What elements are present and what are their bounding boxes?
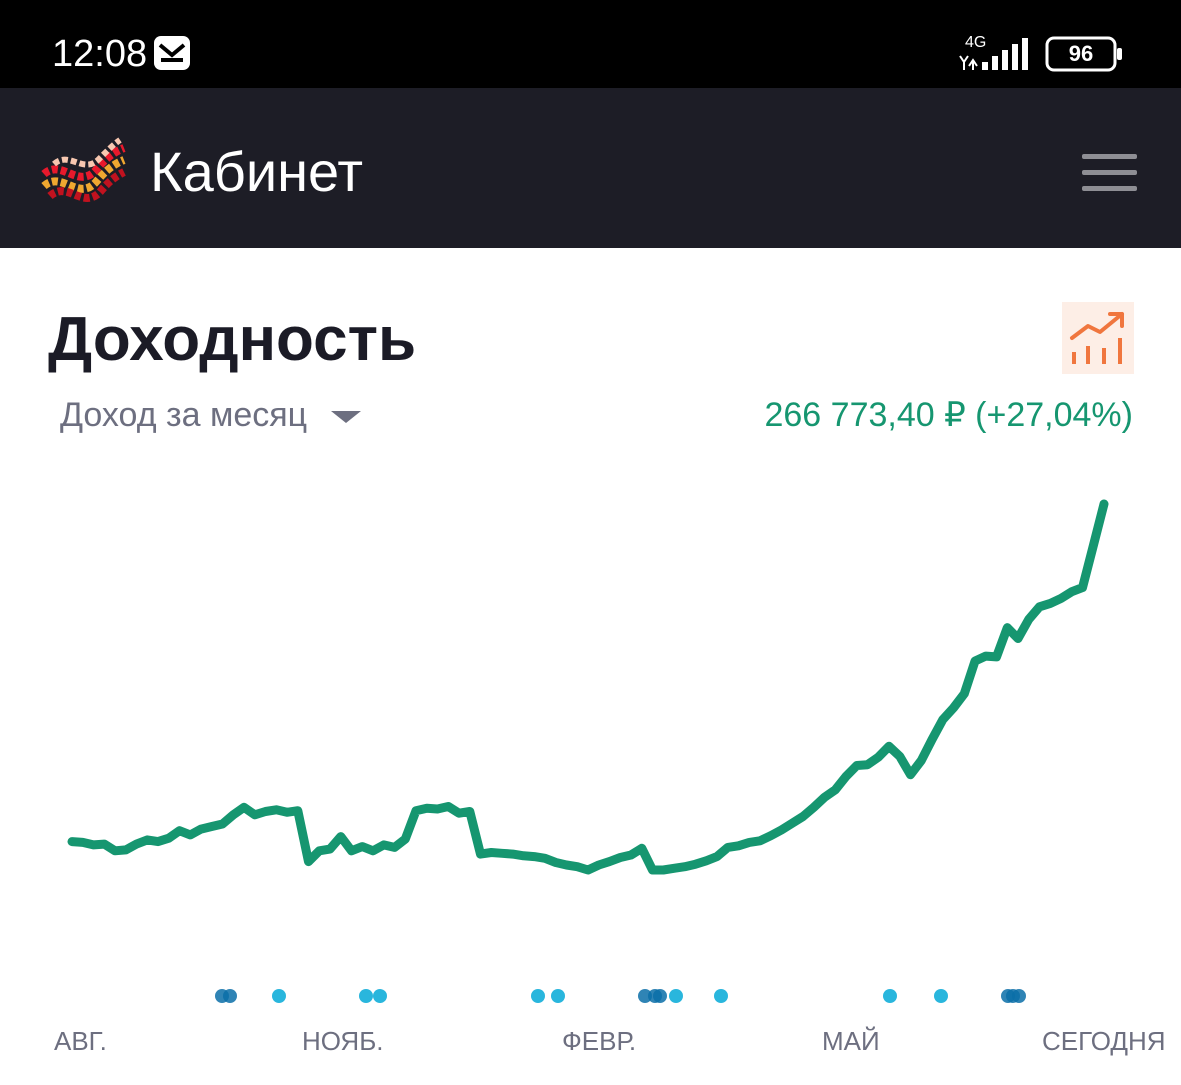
period-select-value: Доход за месяц	[60, 396, 308, 434]
battery-level: 96	[1068, 41, 1094, 66]
event-marker	[373, 989, 387, 1003]
event-marker	[551, 989, 565, 1003]
event-marker	[714, 989, 728, 1003]
income-value: 266 773,40 ₽ (+27,04%)	[764, 396, 1133, 434]
x-tick-label: АВГ.	[54, 1026, 107, 1056]
event-marker	[883, 989, 897, 1003]
x-tick-label: МАЙ	[822, 1026, 880, 1056]
income-chart[interactable]	[0, 470, 1181, 1030]
section-title: Доходность	[48, 305, 417, 374]
event-marker	[272, 989, 286, 1003]
signal-icon	[958, 36, 1034, 78]
event-marker	[653, 989, 667, 1003]
chart-trend-icon[interactable]	[1062, 302, 1134, 374]
event-marker	[223, 989, 237, 1003]
chart-line-layer	[67, 499, 1109, 875]
x-tick-label: ФЕВР.	[562, 1026, 637, 1056]
event-marker	[359, 989, 373, 1003]
income-series-line	[67, 499, 1109, 875]
x-tick-label: НОЯБ.	[302, 1026, 384, 1056]
x-tick-label: СЕГОДНЯ	[1042, 1026, 1166, 1056]
mail-icon	[152, 34, 192, 78]
event-marker	[531, 989, 545, 1003]
app-title: Кабинет	[150, 140, 363, 203]
event-marker	[669, 989, 683, 1003]
caret-down-icon	[330, 411, 361, 424]
status-time: 12:08	[52, 33, 148, 75]
event-marker	[934, 989, 948, 1003]
hamburger-menu-icon[interactable]	[1078, 148, 1140, 198]
logo-icon[interactable]	[40, 130, 128, 222]
status-bar: 12:08 4G 96	[0, 0, 1181, 88]
period-select[interactable]: Доход за месяц	[60, 392, 361, 438]
event-marker	[1012, 989, 1026, 1003]
chart-marker-layer	[215, 989, 1026, 1003]
